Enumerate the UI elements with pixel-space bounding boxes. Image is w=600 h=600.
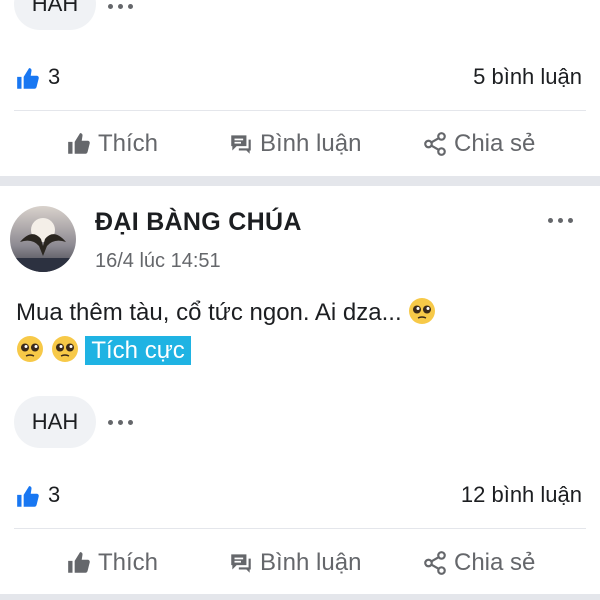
share-label: Chia sẻ: [454, 130, 536, 157]
post-separator: [0, 176, 600, 186]
tag-label: HAH: [31, 0, 79, 16]
more-icon[interactable]: [108, 2, 138, 12]
share-button[interactable]: Chia sẻ: [422, 124, 535, 164]
tag-chip[interactable]: HAH: [14, 0, 96, 30]
avatar[interactable]: [10, 206, 76, 272]
share-button[interactable]: Chia sẻ: [422, 543, 535, 583]
like-icon: [17, 486, 39, 507]
pleading-face-emoji: [409, 298, 436, 324]
like-icon: [68, 133, 90, 154]
divider: [14, 110, 586, 111]
pleading-face-emoji: [51, 336, 78, 362]
tag-label: HAH: [31, 409, 79, 434]
more-icon[interactable]: [108, 418, 138, 428]
comment-label: Bình luận: [260, 549, 362, 576]
pleading-face-emoji: [17, 336, 43, 362]
comment-button[interactable]: Bình luận: [228, 543, 361, 583]
comment-button[interactable]: Bình luận: [228, 124, 361, 164]
like-icon: [17, 68, 39, 89]
comment-icon: [231, 135, 251, 154]
avatar-image: [10, 206, 76, 272]
share-icon: [424, 551, 446, 575]
comment-label: Bình luận: [260, 130, 362, 157]
like-button[interactable]: Thích: [66, 543, 158, 583]
post-timestamp[interactable]: 16/4 lúc 14:51: [95, 250, 221, 273]
comment-count[interactable]: 5 bình luận: [473, 64, 582, 90]
post-separator: [0, 594, 600, 600]
like-count: 3: [48, 64, 61, 89]
like-icon: [68, 552, 90, 573]
post-message: Mua thêm tàu, cổ tức ngon. Ai dza...: [16, 299, 402, 326]
like-count: 3: [48, 482, 61, 507]
more-icon[interactable]: [548, 216, 578, 226]
author-name[interactable]: ĐẠI BÀNG CHÚA: [95, 208, 302, 237]
tag-chip[interactable]: HAH: [14, 396, 96, 448]
share-label: Chia sẻ: [454, 549, 536, 576]
like-label: Thích: [98, 549, 159, 576]
like-button[interactable]: Thích: [66, 124, 158, 164]
share-icon: [424, 132, 446, 156]
comment-count[interactable]: 12 bình luận: [461, 482, 582, 508]
comment-icon: [231, 554, 251, 573]
sentiment-label: Tích cực: [85, 336, 191, 365]
divider: [14, 528, 586, 529]
like-label: Thích: [98, 130, 159, 157]
post-text: Mua thêm tàu, cổ tức ngon. Ai dza... Tíc…: [16, 294, 576, 370]
